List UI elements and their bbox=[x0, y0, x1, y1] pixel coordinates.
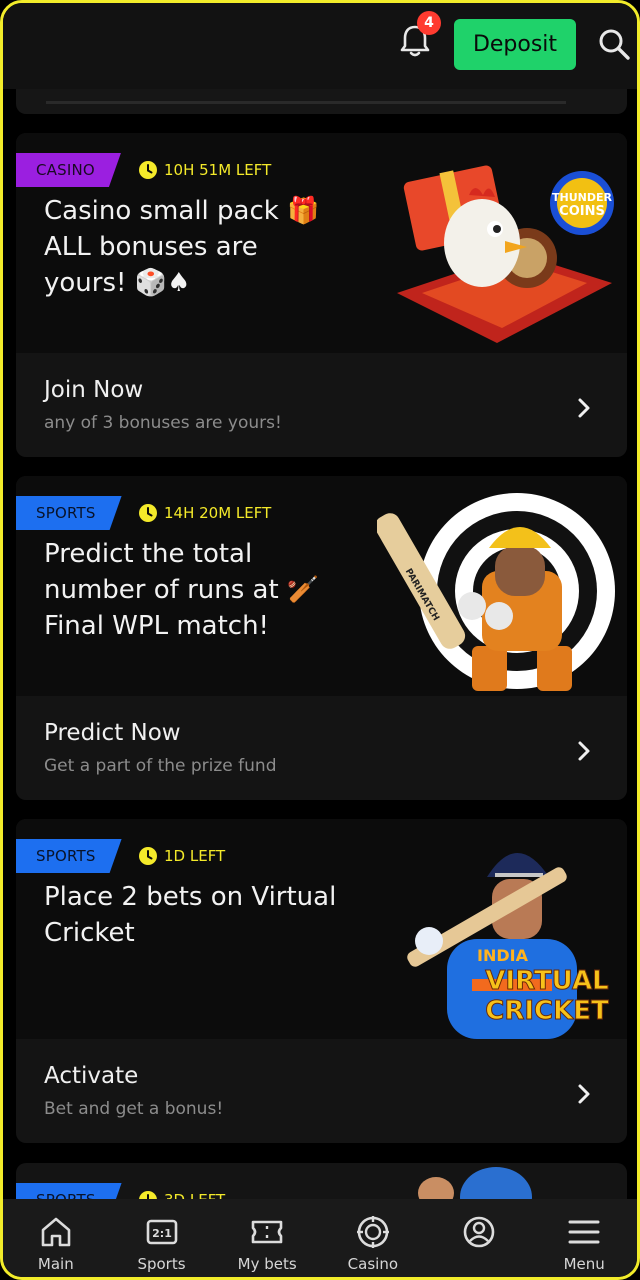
category-tag: SPORTS bbox=[16, 839, 122, 873]
promo-title: Casino small pack 🎁 ALL bonuses are your… bbox=[44, 196, 320, 298]
promo-list[interactable]: CASINO 10H 51M LEFT Casino small pack 🎁 … bbox=[3, 89, 637, 1199]
coins-label: COINS bbox=[559, 204, 605, 219]
thunder-label: THUNDER bbox=[552, 191, 612, 204]
promo-card-partial-top bbox=[16, 89, 627, 114]
category-tag: SPORTS bbox=[16, 1183, 122, 1199]
menu-icon bbox=[568, 1220, 600, 1244]
promo-card[interactable]: SPORTS 14H 20M LEFT Predict the total nu… bbox=[16, 476, 627, 800]
virtual-cricket-player-illustration: INDIA VIRTUAL CRICKET bbox=[407, 853, 610, 1039]
casino-chip-icon bbox=[356, 1216, 389, 1248]
promo-timer: 1D LEFT bbox=[138, 845, 225, 867]
nav-label: Casino bbox=[347, 1255, 399, 1273]
profile-icon bbox=[463, 1216, 494, 1248]
cta-title: Join Now bbox=[44, 377, 144, 403]
promo-timer: 10H 51M LEFT bbox=[138, 159, 271, 181]
chevron-right-icon[interactable] bbox=[575, 1083, 593, 1105]
gift-box-chicken-illustration: THUNDER COINS bbox=[397, 165, 614, 343]
nav-item-profile[interactable] bbox=[426, 1199, 532, 1277]
promo-cta-row[interactable]: Predict Now Get a part of the prize fund bbox=[16, 700, 627, 800]
promo-cta-row[interactable]: Join Now any of 3 bonuses are yours! bbox=[16, 357, 627, 457]
category-tag: CASINO bbox=[16, 153, 121, 187]
clock-icon bbox=[139, 1191, 157, 1199]
category-tag: SPORTS bbox=[16, 496, 122, 530]
nav-label: Main bbox=[37, 1255, 74, 1273]
promo-timer: 3D LEFT bbox=[138, 1189, 225, 1199]
nav-label: Menu bbox=[563, 1255, 605, 1273]
svg-text:2:1: 2:1 bbox=[152, 1227, 172, 1240]
clock-icon bbox=[139, 504, 157, 522]
timer-text: 10H 51M LEFT bbox=[164, 161, 272, 179]
cricket-text: CRICKET bbox=[485, 996, 609, 1026]
search-icon[interactable] bbox=[597, 27, 631, 61]
promo-art-partial bbox=[418, 1167, 532, 1199]
timer-text: 14H 20M LEFT bbox=[164, 504, 272, 522]
nav-item-casino[interactable]: Casino bbox=[320, 1199, 426, 1277]
promo-timer: 14H 20M LEFT bbox=[138, 502, 271, 524]
promo-cta-row[interactable]: Activate Bet and get a bonus! bbox=[16, 1043, 627, 1143]
nav-label: My bets bbox=[237, 1255, 297, 1273]
promo-card[interactable]: SPORTS 1D LEFT Place 2 bets on Virtual C… bbox=[16, 819, 627, 1143]
notification-badge: 4 bbox=[417, 11, 441, 35]
deposit-button[interactable]: Deposit bbox=[454, 19, 576, 70]
timer-text: 1D LEFT bbox=[164, 847, 226, 865]
bottom-navigation: Main 2:1 Sports My bets Casino Menu bbox=[3, 1199, 637, 1277]
top-header: 4 Deposit bbox=[3, 3, 637, 89]
cta-title: Predict Now bbox=[44, 720, 181, 746]
promo-card[interactable]: CASINO 10H 51M LEFT Casino small pack 🎁 … bbox=[16, 133, 627, 457]
nav-item-sports[interactable]: 2:1 Sports bbox=[109, 1199, 215, 1277]
cta-subtitle: Bet and get a bonus! bbox=[44, 1099, 224, 1119]
cta-title: Activate bbox=[44, 1063, 139, 1089]
scoreboard-icon: 2:1 bbox=[146, 1219, 177, 1245]
home-icon bbox=[41, 1217, 71, 1247]
cta-subtitle: Get a part of the prize fund bbox=[44, 756, 277, 776]
chevron-right-icon[interactable] bbox=[575, 397, 593, 419]
promo-card-partial-bottom[interactable]: SPORTS 3D LEFT bbox=[16, 1163, 627, 1199]
virtual-text: VIRTUAL bbox=[485, 966, 608, 996]
nav-item-my-bets[interactable]: My bets bbox=[214, 1199, 320, 1277]
cricket-batter-illustration: PARIMATCH bbox=[377, 493, 615, 691]
india-jersey-text: INDIA bbox=[477, 946, 529, 965]
ticket-icon bbox=[251, 1220, 283, 1244]
timer-text: 3D LEFT bbox=[164, 1191, 225, 1199]
nav-item-main[interactable]: Main bbox=[3, 1199, 109, 1277]
clock-icon bbox=[139, 847, 157, 865]
chevron-right-icon[interactable] bbox=[575, 740, 593, 762]
nav-label: Sports bbox=[137, 1255, 186, 1273]
nav-item-menu[interactable]: Menu bbox=[531, 1199, 637, 1277]
promo-title: Place 2 bets on Virtual Cricket bbox=[44, 882, 337, 948]
cta-subtitle: any of 3 bonuses are yours! bbox=[44, 413, 282, 433]
promo-title: Predict the total number of runs at 🏏 Fi… bbox=[44, 539, 320, 641]
clock-icon bbox=[139, 161, 157, 179]
app-frame: 4 Deposit CASINO 10H 51M LEFT Casino sma… bbox=[0, 0, 640, 1280]
